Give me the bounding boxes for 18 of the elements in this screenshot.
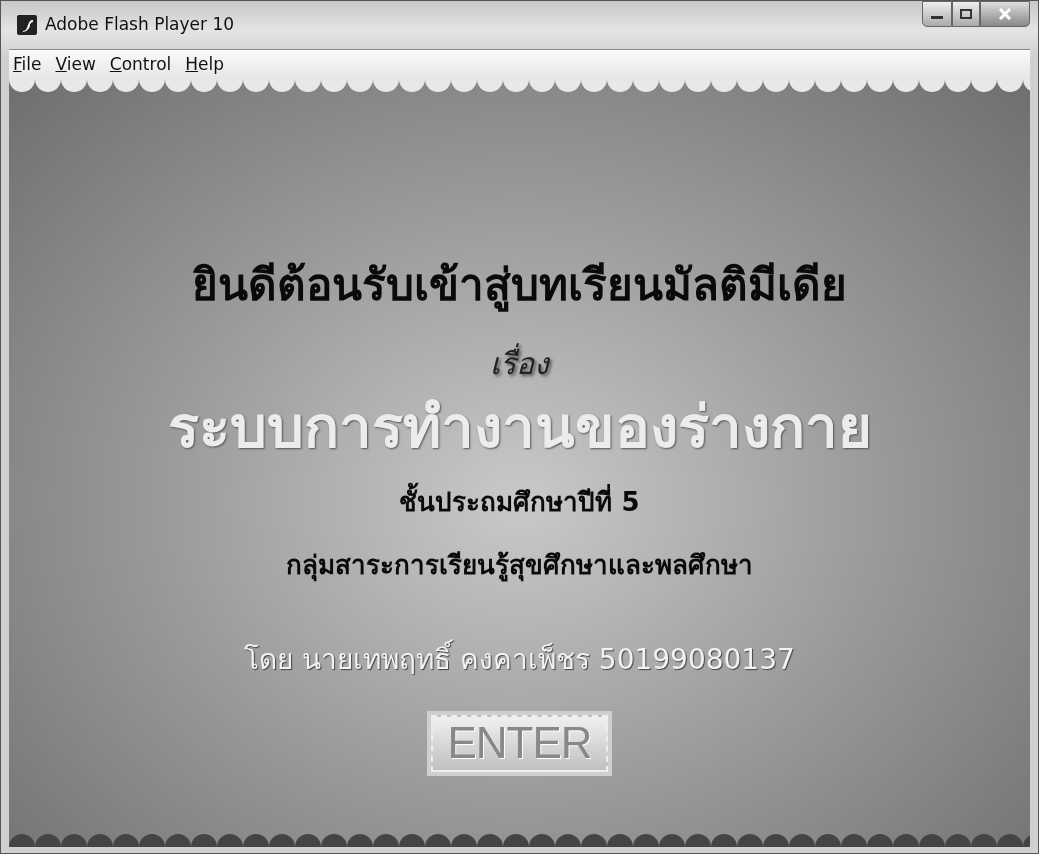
menu-item[interactable]: Control <box>109 51 172 78</box>
welcome-heading: ยินดีต้อนรับเข้าสู่บทเรียนมัลติมีเดีย <box>192 258 847 314</box>
minimize-button[interactable] <box>922 1 952 27</box>
menu-item[interactable]: File <box>13 51 42 78</box>
menu-item[interactable]: View <box>55 51 96 78</box>
subject-prefix: เรื่อง <box>490 342 549 383</box>
close-button[interactable] <box>980 1 1030 27</box>
grade-level: ชั้นประถมศึกษาปีที่ 5 <box>399 484 640 523</box>
author-credit: โดย นายเทพฤทธิ์ คงคาเพ็ชร 50199080137 <box>244 639 795 681</box>
maximize-button[interactable] <box>952 1 980 27</box>
lesson-title: ระบบการทำงานของร่างกาย <box>167 392 872 464</box>
close-icon <box>998 8 1012 20</box>
window-title: Adobe Flash Player 10 <box>45 13 235 37</box>
minimize-icon <box>931 16 943 19</box>
flash-logo-icon <box>17 15 37 35</box>
maximize-icon <box>960 9 972 19</box>
subject-group: กลุ่มสาระการเรียนรู้สุขศึกษาและพลศึกษา <box>286 547 753 585</box>
menu-item[interactable]: Help <box>185 51 225 78</box>
